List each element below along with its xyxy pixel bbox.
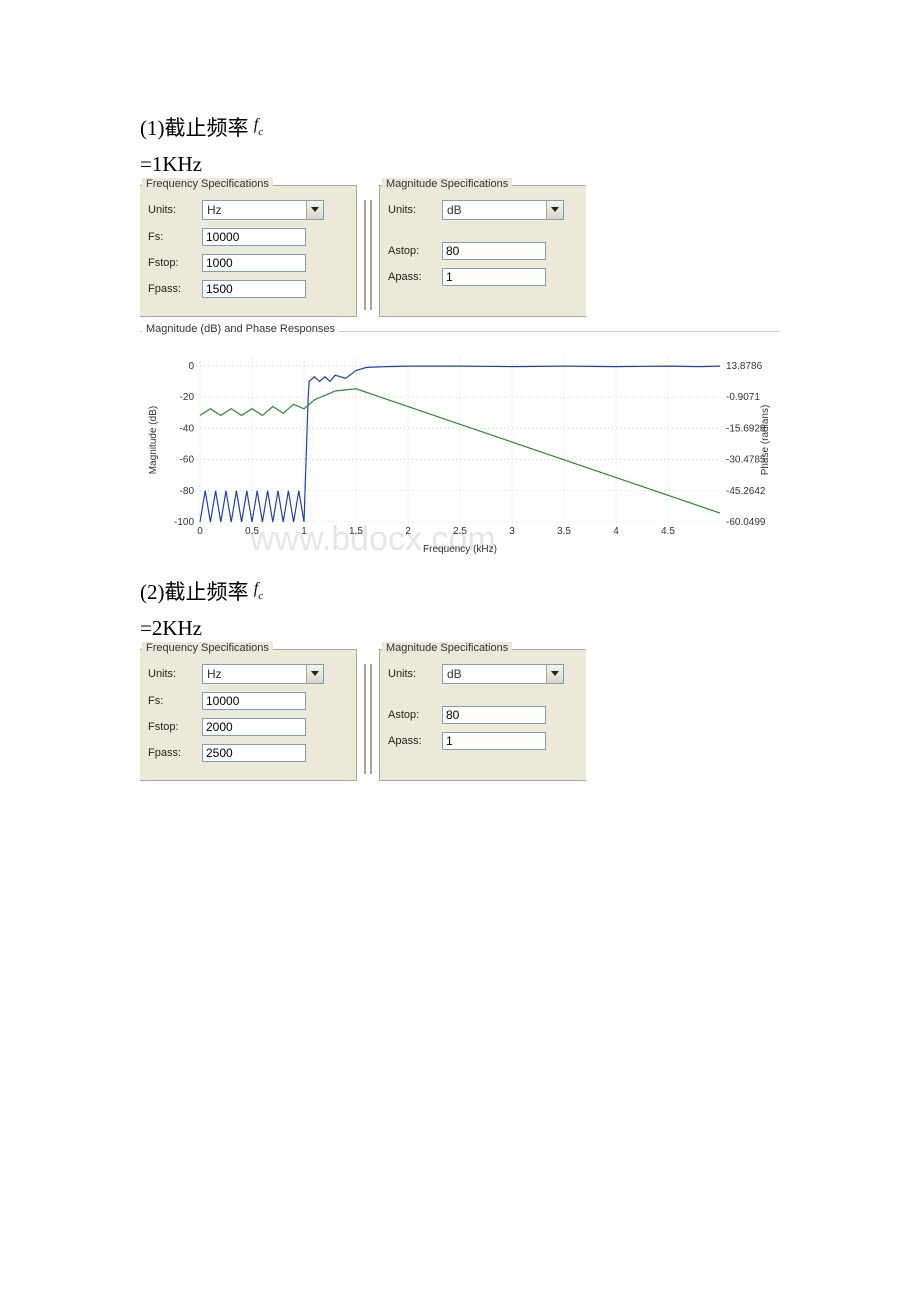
svg-text:4: 4 <box>613 526 619 537</box>
units-label: Units: <box>148 668 192 680</box>
apass-input-2[interactable] <box>442 732 546 750</box>
svg-text:-20: -20 <box>180 392 195 403</box>
svg-text:0: 0 <box>188 361 194 372</box>
frequency-spec-panel-2: Frequency Specifications Units: Hz Fs: F… <box>140 649 357 781</box>
mag-spec-legend-2: Magnitude Specifications <box>382 642 512 654</box>
section1-subheading: =1KHz <box>140 152 780 177</box>
fstop-label: Fstop: <box>148 257 192 269</box>
chevron-down-icon[interactable] <box>306 665 323 683</box>
section1-symbol-c: c <box>258 126 263 138</box>
svg-text:1: 1 <box>301 526 307 537</box>
fpass-label: Fpass: <box>148 283 192 295</box>
mag-units-label: Units: <box>388 668 432 680</box>
astop-label: Astop: <box>388 709 432 721</box>
fpass-input-1[interactable] <box>202 280 306 298</box>
fs-label: Fs: <box>148 231 192 243</box>
astop-label: Astop: <box>388 245 432 257</box>
magnitude-phase-chart: 0-20-40-60-80-10013.8786-0.9071-15.6928-… <box>140 340 780 560</box>
svg-text:-60: -60 <box>180 455 195 466</box>
section1-heading: (1)截止频率 fc <box>140 112 780 142</box>
section2-symbol-c: c <box>258 590 263 602</box>
mag-units-dropdown-1[interactable]: dB <box>442 200 564 220</box>
frequency-spec-panel-1: Frequency Specifications Units: Hz Fs: F… <box>140 185 357 317</box>
svg-text:-45.2642: -45.2642 <box>726 486 766 497</box>
svg-text:0: 0 <box>197 526 203 537</box>
fs-input-2[interactable] <box>202 692 306 710</box>
chevron-down-icon[interactable] <box>546 201 563 219</box>
chevron-down-icon[interactable] <box>306 201 323 219</box>
section1-heading-prefix: (1)截止频率 <box>140 116 249 140</box>
mag-units-dropdown-2[interactable]: dB <box>442 664 564 684</box>
apass-input-1[interactable] <box>442 268 546 286</box>
freq-units-value-2: Hz <box>203 665 306 683</box>
spec-panels-1: Frequency Specifications Units: Hz Fs: F… <box>140 185 780 317</box>
freq-spec-legend-2: Frequency Specifications <box>142 642 273 654</box>
freq-units-value-1: Hz <box>203 201 306 219</box>
apass-label: Apass: <box>388 735 432 747</box>
svg-text:-40: -40 <box>180 423 195 434</box>
fstop-label: Fstop: <box>148 721 192 733</box>
section2-subheading: =2KHz <box>140 616 780 641</box>
chevron-down-icon[interactable] <box>546 665 563 683</box>
mag-units-label: Units: <box>388 204 432 216</box>
apass-label: Apass: <box>388 271 432 283</box>
magnitude-spec-panel-2: Magnitude Specifications Units: dB Astop… <box>379 649 586 781</box>
panel-divider <box>363 185 373 317</box>
freq-spec-legend-1: Frequency Specifications <box>142 178 273 190</box>
fstop-input-2[interactable] <box>202 718 306 736</box>
svg-text:-80: -80 <box>180 486 195 497</box>
mag-units-value-2: dB <box>443 665 546 683</box>
fs-input-1[interactable] <box>202 228 306 246</box>
svg-text:-100: -100 <box>174 517 194 528</box>
section2-heading-prefix: (2)截止频率 <box>140 580 249 604</box>
freq-units-dropdown-2[interactable]: Hz <box>202 664 324 684</box>
mag-units-value-1: dB <box>443 201 546 219</box>
magnitude-spec-panel-1: Magnitude Specifications Units: dB Astop… <box>379 185 586 317</box>
mag-spec-legend-1: Magnitude Specifications <box>382 178 512 190</box>
fpass-input-2[interactable] <box>202 744 306 762</box>
svg-text:3: 3 <box>509 526 515 537</box>
response-fieldset: Magnitude (dB) and Phase Responses <box>140 331 780 332</box>
svg-text:-60.0499: -60.0499 <box>726 517 766 528</box>
svg-text:Frequency (kHz): Frequency (kHz) <box>423 544 497 555</box>
svg-text:Magnitude (dB): Magnitude (dB) <box>148 406 159 474</box>
astop-input-1[interactable] <box>442 242 546 260</box>
svg-text:-0.9071: -0.9071 <box>726 392 760 403</box>
svg-text:Phase (radians): Phase (radians) <box>760 405 771 476</box>
svg-text:2.5: 2.5 <box>453 526 467 537</box>
svg-text:2: 2 <box>405 526 411 537</box>
response-legend: Magnitude (dB) and Phase Responses <box>142 323 339 335</box>
spec-panels-2: Frequency Specifications Units: Hz Fs: F… <box>140 649 780 781</box>
svg-text:13.8786: 13.8786 <box>726 361 763 372</box>
section2-heading: (2)截止频率 fc <box>140 576 780 606</box>
svg-text:1.5: 1.5 <box>349 526 363 537</box>
fstop-input-1[interactable] <box>202 254 306 272</box>
fpass-label: Fpass: <box>148 747 192 759</box>
svg-text:3.5: 3.5 <box>557 526 571 537</box>
units-label: Units: <box>148 204 192 216</box>
fs-label: Fs: <box>148 695 192 707</box>
freq-units-dropdown-1[interactable]: Hz <box>202 200 324 220</box>
svg-text:0.5: 0.5 <box>245 526 259 537</box>
astop-input-2[interactable] <box>442 706 546 724</box>
svg-text:4.5: 4.5 <box>661 526 675 537</box>
panel-divider <box>363 649 373 781</box>
